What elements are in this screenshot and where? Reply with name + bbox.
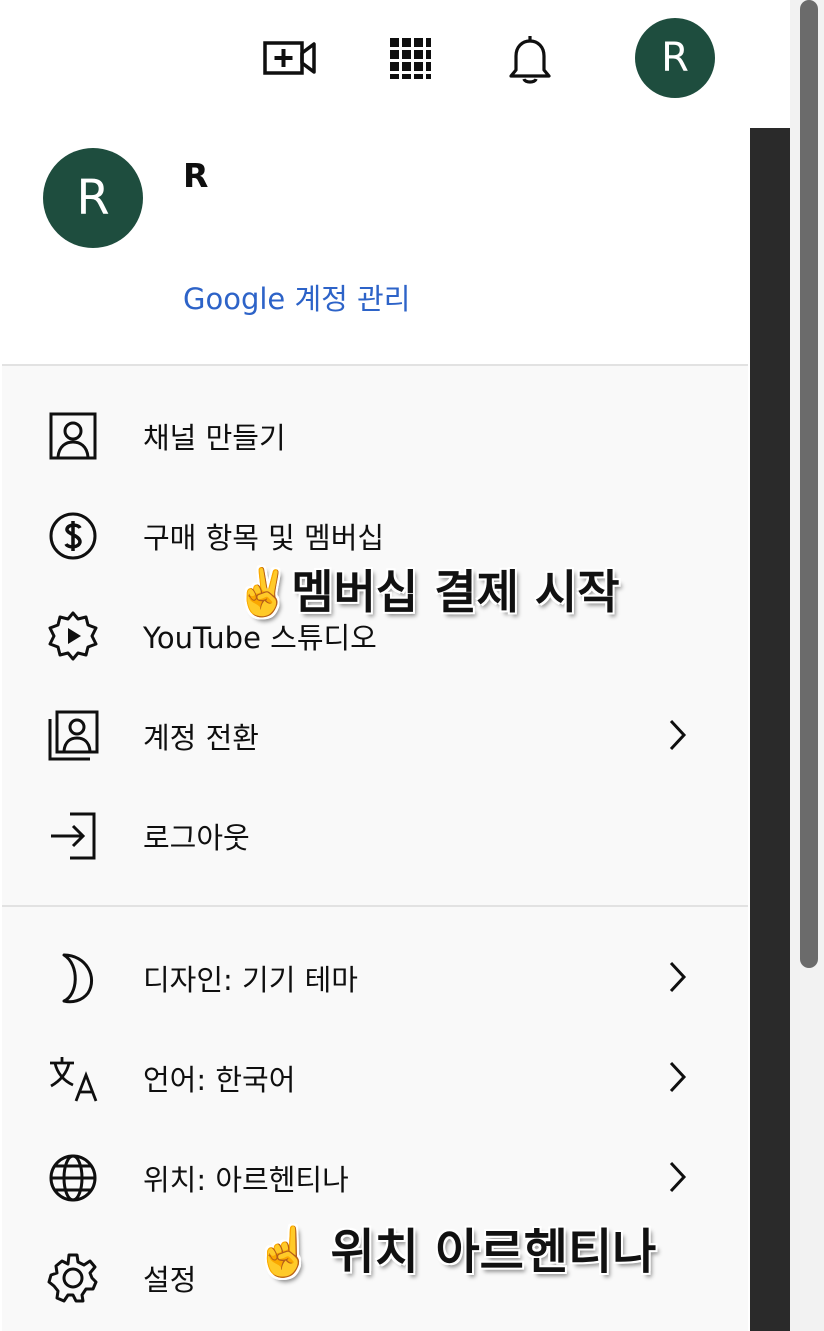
- dollar-circle-icon: [46, 509, 100, 563]
- scrollbar-thumb[interactable]: [800, 0, 818, 968]
- menu-item-label: 언어: 한국어: [143, 1063, 296, 1097]
- menu-item-label: 구매 항목 및 멤버십: [143, 521, 385, 555]
- video-camera-add-icon[interactable]: [262, 30, 318, 86]
- top-bar: R: [0, 0, 790, 108]
- menu-item-label: 로그아웃: [143, 821, 250, 855]
- apps-grid-icon[interactable]: [382, 30, 438, 86]
- background-page-edge: [750, 128, 790, 1331]
- account-name: R: [183, 156, 209, 195]
- chevron-right-icon: [662, 957, 692, 997]
- menu-item-label: 계정 전환: [143, 721, 259, 755]
- caption-membership: ✌️멤버십 결제 시작: [234, 556, 620, 622]
- caption-location: ☝️ 위치 아르헨티나: [254, 1212, 656, 1282]
- menu-item-label: 채널 만들기: [143, 421, 286, 455]
- chevron-right-icon: [662, 715, 692, 755]
- account-avatar[interactable]: R: [635, 18, 715, 98]
- switch-account-icon: [46, 709, 100, 763]
- menu-item-appearance[interactable]: 디자인: 기기 테마: [2, 927, 748, 1027]
- chevron-right-icon: [662, 1157, 692, 1197]
- caption-text: 위치 아르헨티나: [313, 1224, 657, 1280]
- caption-text: 멤버십 결제 시작: [291, 565, 620, 619]
- victory-hand-emoji: ✌️: [234, 565, 292, 619]
- menu-item-create-channel[interactable]: 채널 만들기: [2, 385, 748, 485]
- translate-icon: [46, 1051, 100, 1105]
- menu-item-switch-account[interactable]: 계정 전환: [2, 685, 748, 785]
- avatar-letter: R: [76, 170, 110, 226]
- account-menu-panel: R R Google 계정 관리 채널 만들기 구매 항목 및 멤버십 YouT…: [2, 108, 748, 1331]
- menu-item-language[interactable]: 언어: 한국어: [2, 1027, 748, 1127]
- avatar-letter: R: [661, 35, 689, 81]
- bell-icon[interactable]: [502, 30, 558, 86]
- moon-icon: [46, 951, 100, 1005]
- manage-google-account-link[interactable]: Google 계정 관리: [183, 276, 410, 318]
- menu-item-label: 위치: 아르헨티나: [143, 1163, 349, 1197]
- account-header-avatar: R: [43, 148, 143, 248]
- menu-item-label: 디자인: 기기 테마: [143, 963, 358, 997]
- pointing-up-emoji: ☝️: [254, 1224, 314, 1280]
- settings-gear-icon: [46, 1251, 100, 1305]
- menu-divider: [2, 905, 748, 907]
- menu-item-sign-out[interactable]: 로그아웃: [2, 785, 748, 885]
- person-box-icon: [46, 409, 100, 463]
- chevron-right-icon: [662, 1057, 692, 1097]
- account-header: R R Google 계정 관리: [2, 108, 748, 366]
- studio-gear-play-icon: [46, 609, 100, 663]
- globe-icon: [46, 1151, 100, 1205]
- sign-out-icon: [46, 809, 100, 863]
- menu-item-label: 설정: [143, 1263, 197, 1297]
